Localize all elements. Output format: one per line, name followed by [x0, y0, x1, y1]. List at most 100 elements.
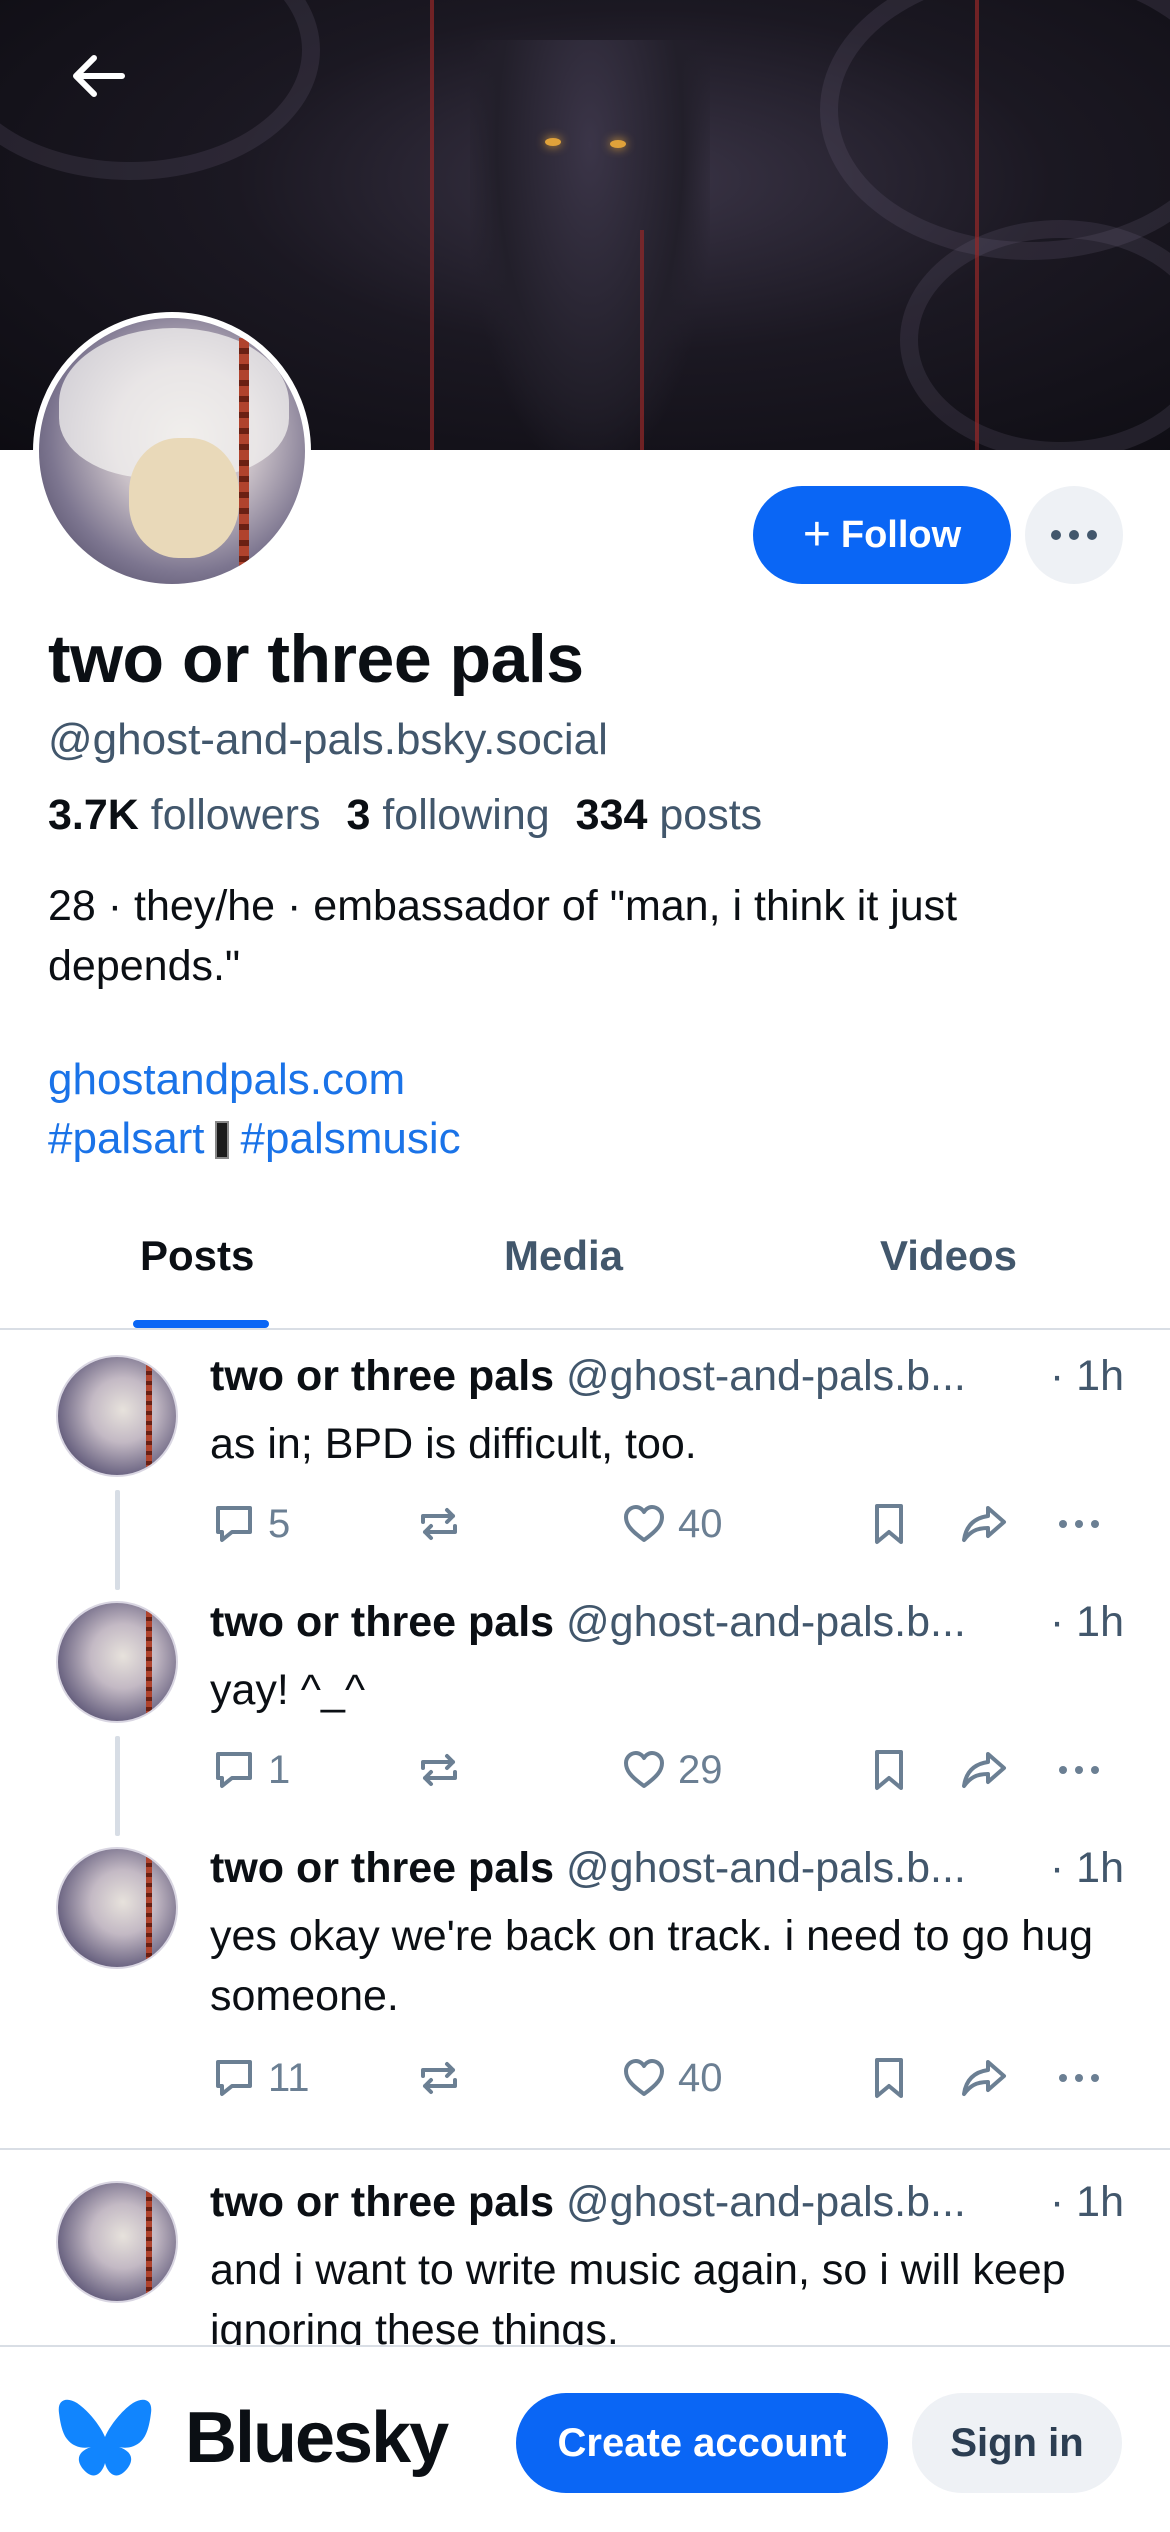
- ellipsis-icon: [1059, 1766, 1099, 1774]
- repost-button[interactable]: [415, 1746, 463, 1794]
- like-count: 40: [678, 2055, 723, 2100]
- display-name: two or three pals: [48, 621, 584, 697]
- feed-post[interactable]: two or three pals @ghost-and-pals.b... ·…: [0, 1822, 1170, 2142]
- create-account-button[interactable]: Create account: [516, 2393, 888, 2493]
- like-button[interactable]: 40: [620, 1500, 723, 1548]
- post-more-button[interactable]: [1055, 2054, 1103, 2102]
- profile-avatar[interactable]: [33, 312, 311, 590]
- followers-link[interactable]: 3.7K followers: [48, 791, 320, 839]
- share-button[interactable]: [960, 2054, 1008, 2102]
- avatar-art: [239, 338, 249, 578]
- post-text: yes okay we're back on track. i need to …: [210, 1912, 1094, 2020]
- hashtag-link[interactable]: #palsart: [48, 1114, 205, 1163]
- bookmark-button[interactable]: [865, 1500, 913, 1548]
- sign-in-button[interactable]: Sign in: [912, 2393, 1122, 2493]
- arrow-left-icon: [73, 55, 125, 97]
- repost-icon: [421, 1754, 457, 1786]
- reply-button[interactable]: 11: [210, 2054, 310, 2102]
- post-header: two or three pals @ghost-and-pals.b... ·…: [210, 1844, 1130, 1893]
- post-actions: 11 40: [210, 2054, 1130, 2114]
- post-avatar[interactable]: [56, 1601, 178, 1723]
- plus-icon: +: [802, 508, 831, 561]
- feed-post[interactable]: two or three pals @ghost-and-pals.b... ·…: [0, 1330, 1170, 1590]
- bottom-signup-bar: Bluesky Create account Sign in: [0, 2345, 1170, 2532]
- post-divider: [0, 2148, 1170, 2150]
- thread-line: [115, 1736, 120, 1836]
- back-button[interactable]: [62, 48, 142, 128]
- followers-label: followers: [150, 791, 321, 839]
- post-author-handle[interactable]: @ghost-and-pals.b...: [566, 1844, 966, 1892]
- banner-chain: [430, 0, 434, 450]
- bookmark-button[interactable]: [865, 2054, 913, 2102]
- post-text: and i want to write music again, so i wi…: [210, 2246, 1066, 2346]
- post-author-handle[interactable]: @ghost-and-pals.b...: [566, 2178, 966, 2226]
- feed-post[interactable]: two or three pals @ghost-and-pals.b... ·…: [0, 2156, 1170, 2346]
- share-icon: [962, 1506, 1006, 1542]
- more-options-button[interactable]: [1025, 486, 1123, 584]
- profile-stats: 3.7K followers 3 following 334 posts: [48, 791, 762, 840]
- share-icon: [962, 1752, 1006, 1788]
- reply-count: 11: [268, 2055, 310, 2100]
- like-button[interactable]: 29: [620, 1746, 723, 1794]
- post-author-name[interactable]: two or three pals: [210, 1598, 554, 1646]
- emoji-image: [214, 1121, 229, 1159]
- repost-button[interactable]: [415, 1500, 463, 1548]
- profile-bio: 28 · they/he · embassador of "man, i thi…: [48, 882, 958, 990]
- thread-line: [115, 1490, 120, 1590]
- ellipsis-icon: [1059, 2074, 1099, 2082]
- post-author-name[interactable]: two or three pals: [210, 1844, 554, 1892]
- post-text: as in; BPD is difficult, too.: [210, 1420, 697, 1468]
- feed-post[interactable]: two or three pals @ghost-and-pals.b... ·…: [0, 1576, 1170, 1836]
- like-count: 29: [678, 1747, 723, 1792]
- reply-icon: [216, 1506, 252, 1542]
- bookmark-icon: [875, 2058, 903, 2098]
- post-actions: 1 29: [210, 1746, 1130, 1806]
- reply-button[interactable]: 5: [210, 1500, 290, 1548]
- like-count: 40: [678, 1501, 723, 1546]
- post-avatar[interactable]: [56, 1355, 178, 1477]
- tab-media[interactable]: Media: [504, 1232, 623, 1280]
- profile-website-link[interactable]: ghostandpals.com: [48, 1055, 405, 1105]
- post-timestamp[interactable]: · 1h: [1050, 1598, 1124, 1647]
- reply-icon: [216, 1752, 252, 1788]
- tab-videos[interactable]: Videos: [880, 1232, 1017, 1280]
- hashtag-link[interactable]: #palsmusic: [241, 1114, 461, 1163]
- post-avatar[interactable]: [56, 2181, 178, 2303]
- like-button[interactable]: 40: [620, 2054, 723, 2102]
- following-link[interactable]: 3 following: [346, 791, 549, 839]
- repost-icon: [421, 2062, 457, 2094]
- bookmark-icon: [875, 1504, 903, 1544]
- reply-icon: [216, 2060, 252, 2096]
- following-count: 3: [346, 791, 371, 839]
- tab-posts[interactable]: Posts: [140, 1232, 254, 1280]
- banner-swirl: [820, 0, 1170, 260]
- post-more-button[interactable]: [1055, 1500, 1103, 1548]
- post-more-button[interactable]: [1055, 1746, 1103, 1794]
- followers-count: 3.7K: [48, 791, 139, 839]
- bookmark-button[interactable]: [865, 1746, 913, 1794]
- profile-tags: #palsart #palsmusic: [48, 1114, 461, 1164]
- bluesky-butterfly-icon: [58, 2399, 152, 2476]
- banner-swirl: [0, 0, 320, 180]
- follow-button[interactable]: + Follow: [753, 486, 1011, 584]
- banner-figure: [470, 40, 710, 450]
- avatar-art: [129, 438, 239, 558]
- post-timestamp[interactable]: · 1h: [1050, 2178, 1124, 2227]
- post-timestamp[interactable]: · 1h: [1050, 1352, 1124, 1401]
- heart-icon: [624, 1751, 664, 1788]
- post-author-name[interactable]: two or three pals: [210, 2178, 554, 2226]
- reply-count: 1: [268, 1747, 291, 1792]
- posts-label: posts: [659, 791, 763, 839]
- share-button[interactable]: [960, 1500, 1008, 1548]
- post-author-handle[interactable]: @ghost-and-pals.b...: [566, 1598, 966, 1646]
- reply-button[interactable]: 1: [210, 1746, 290, 1794]
- post-timestamp[interactable]: · 1h: [1050, 1844, 1124, 1893]
- post-author-handle[interactable]: @ghost-and-pals.b...: [566, 1352, 966, 1400]
- post-author-name[interactable]: two or three pals: [210, 1352, 554, 1400]
- post-header: two or three pals @ghost-and-pals.b... ·…: [210, 1352, 1130, 1401]
- share-button[interactable]: [960, 1746, 1008, 1794]
- repost-icon: [421, 1508, 457, 1540]
- repost-button[interactable]: [415, 2054, 463, 2102]
- post-avatar[interactable]: [56, 1847, 178, 1969]
- following-label: following: [382, 791, 550, 839]
